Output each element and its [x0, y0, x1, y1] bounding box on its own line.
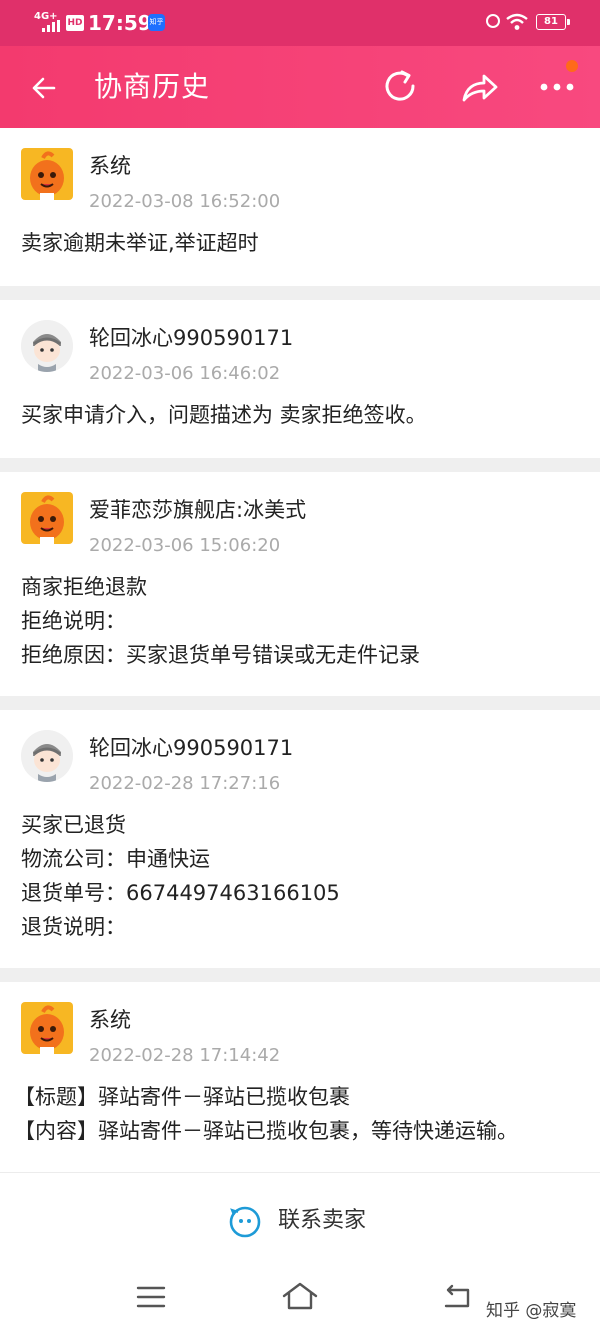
history-entry: 系统 2022-03-08 16:52:00 卖家逾期未举证,举证超时 — [0, 128, 600, 300]
refresh-icon[interactable] — [380, 66, 422, 108]
message-line: 物流公司：申通快运 — [21, 847, 210, 871]
watermark-text: 知乎 @寂寞 — [486, 1301, 577, 1321]
message-line: 退货说明： — [21, 915, 126, 939]
sender-name: 轮回冰心990590171 — [89, 736, 294, 760]
timestamp: 2022-02-28 17:14:42 — [89, 1045, 281, 1066]
message-body: 买家已退货 物流公司：申通快运 退货单号：6674497463166105 退货… — [21, 808, 586, 944]
bottom-action-bar: 联系卖家 — [0, 1172, 600, 1269]
system-mascot-avatar — [21, 1002, 73, 1054]
sender-name: 系统 — [89, 154, 131, 178]
timestamp: 2022-02-28 17:27:16 — [89, 773, 281, 794]
timestamp: 2022-03-06 15:06:20 — [89, 535, 281, 556]
status-bar: 4G+ HD 17:59 知乎 81 — [0, 0, 600, 46]
message-body: 卖家逾期未举证,举证超时 — [21, 226, 586, 260]
zhihu-notification-icon: 知乎 — [148, 14, 165, 31]
more-icon[interactable] — [536, 66, 578, 108]
notification-dot — [566, 60, 578, 72]
message-line: 【标题】驿站寄件－驿站已揽收包裹 — [14, 1085, 350, 1109]
clock: 17:59 — [88, 11, 152, 35]
user-avatar — [21, 320, 73, 372]
alarm-icon — [486, 14, 500, 28]
signal-icon — [42, 20, 62, 32]
hd-badge: HD — [66, 15, 84, 31]
sender-name: 爱菲恋莎旗舰店:冰美式 — [89, 498, 307, 522]
message-line: 【内容】驿站寄件－驿站已揽收包裹，等待快递运输。 — [14, 1119, 518, 1143]
message-line: 买家申请介入，问题描述为 卖家拒绝签收。 — [21, 403, 427, 427]
timestamp: 2022-03-08 16:52:00 — [89, 191, 281, 212]
shop-mascot-avatar — [21, 492, 73, 544]
wifi-icon — [506, 13, 528, 30]
sender-name: 系统 — [89, 1008, 131, 1032]
message-line: 拒绝原因：买家退货单号错误或无走件记录 — [21, 643, 420, 667]
message-body: 【标题】驿站寄件－驿站已揽收包裹 【内容】驿站寄件－驿站已揽收包裹，等待快递运输… — [14, 1080, 586, 1148]
timestamp: 2022-03-06 16:46:02 — [89, 363, 281, 384]
history-list: 系统 2022-03-08 16:52:00 卖家逾期未举证,举证超时 轮回冰心… — [0, 128, 600, 1170]
message-body: 商家拒绝退款 拒绝说明： 拒绝原因：买家退货单号错误或无走件记录 — [21, 570, 586, 672]
sender-name: 轮回冰心990590171 — [89, 326, 294, 350]
contact-seller-label: 联系卖家 — [278, 1208, 367, 1233]
history-entry: 轮回冰心990590171 2022-03-06 16:46:02 买家申请介入… — [0, 300, 600, 472]
history-entry: 轮回冰心990590171 2022-02-28 17:27:16 买家已退货 … — [0, 710, 600, 982]
back-arrow-icon[interactable] — [24, 68, 64, 108]
menu-icon[interactable] — [134, 1282, 168, 1312]
message-line: 商家拒绝退款 — [21, 575, 147, 599]
battery-tip — [567, 19, 570, 25]
home-icon[interactable] — [280, 1280, 320, 1312]
user-avatar — [21, 730, 73, 782]
page-title: 协商历史 — [94, 70, 211, 103]
header-bar: 协商历史 — [0, 46, 600, 128]
back-icon[interactable] — [440, 1282, 474, 1312]
history-entry: 爱菲恋莎旗舰店:冰美式 2022-03-06 15:06:20 商家拒绝退款 拒… — [0, 472, 600, 710]
message-line: 卖家逾期未举证,举证超时 — [21, 231, 259, 255]
message-line: 退货单号：6674497463166105 — [21, 881, 340, 905]
share-icon[interactable] — [458, 66, 502, 108]
system-mascot-avatar — [21, 148, 73, 200]
message-line: 买家已退货 — [21, 813, 126, 837]
chat-bubble-icon — [229, 1206, 261, 1238]
history-entry: 系统 2022-02-28 17:14:42 【标题】驿站寄件－驿站已揽收包裹 … — [0, 982, 600, 1170]
system-nav-bar: 知乎 @寂寞 — [0, 1268, 600, 1333]
message-body: 买家申请介入，问题描述为 卖家拒绝签收。 — [21, 398, 586, 432]
message-line: 拒绝说明： — [21, 609, 126, 633]
battery-icon: 81 — [536, 14, 566, 30]
